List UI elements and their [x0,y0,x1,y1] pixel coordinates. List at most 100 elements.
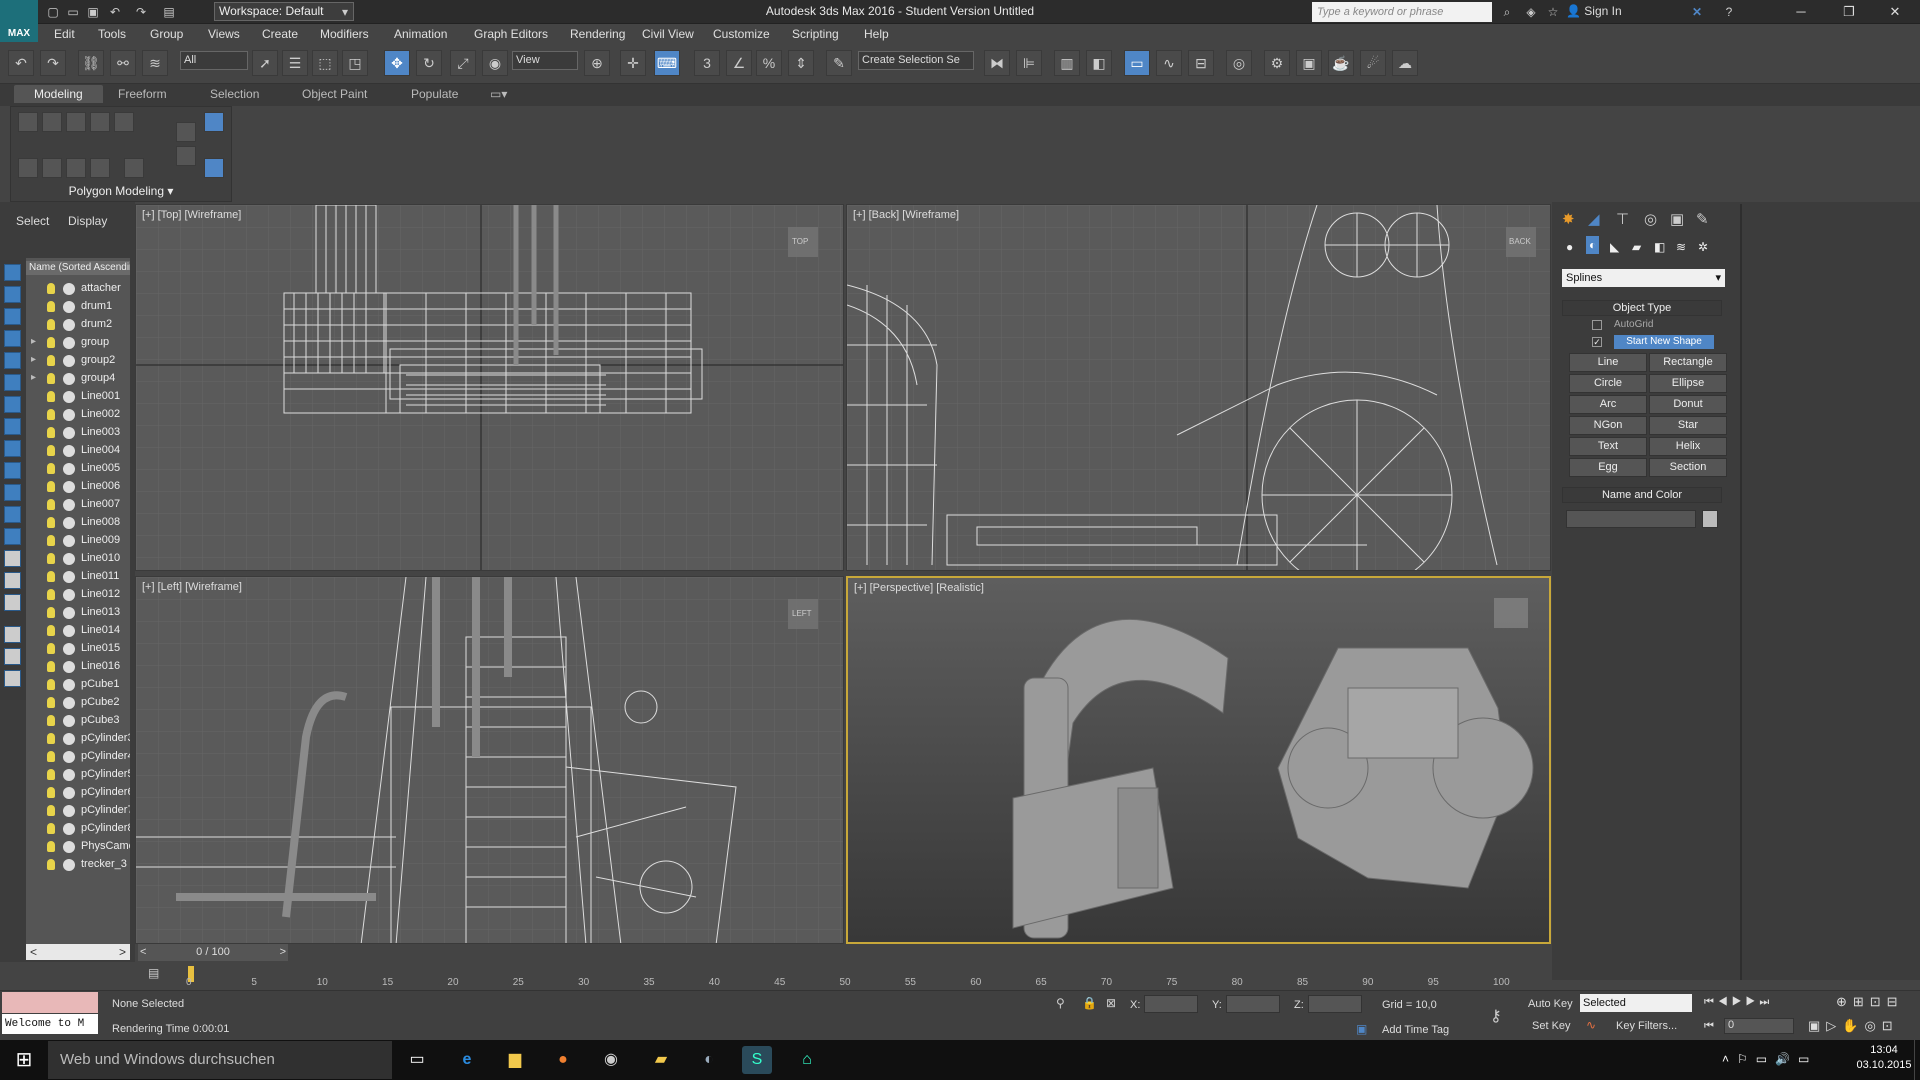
visibility-bulb-icon[interactable] [47,859,55,870]
utilities-tab-icon[interactable]: ✎ [1696,210,1709,228]
taskbar-clock[interactable]: 13:04 03.10.2015 [1854,1043,1914,1073]
menu-scripting[interactable]: Scripting [792,27,839,41]
filter-hidden-icon[interactable] [4,506,21,523]
rendered-frame-window-icon[interactable]: ▣ [1296,50,1322,76]
angle-snap-icon[interactable]: ∠ [726,50,752,76]
lights-icon[interactable]: ◣ [1610,240,1619,254]
visibility-bulb-icon[interactable] [47,355,55,366]
pivot-center-icon[interactable]: ⊕ [584,50,610,76]
list-item[interactable]: Line015 [26,640,130,658]
3dsmax-taskbar-icon[interactable]: S [742,1046,772,1074]
y-coordinate-field[interactable] [1226,995,1280,1013]
create-line-button[interactable]: Line [1569,353,1647,372]
close-button[interactable]: ✕ [1872,0,1918,24]
create-star-button[interactable]: Star [1649,416,1727,435]
funnel-icon[interactable] [4,626,21,643]
isolate-pin-icon[interactable]: ⚲ [1056,996,1065,1010]
create-circle-button[interactable]: Circle [1569,374,1647,393]
collapse-icon[interactable] [176,146,196,166]
list-item[interactable]: Line009 [26,532,130,550]
visibility-bulb-icon[interactable] [47,805,55,816]
expand-icon[interactable]: ▸ [31,372,36,383]
curve-editor-icon[interactable]: ∿ [1156,50,1182,76]
visibility-bulb-icon[interactable] [47,625,55,636]
filter-xrefs-icon[interactable] [4,418,21,435]
list-item[interactable]: pCube2 [26,694,130,712]
app-icon[interactable]: ◐ [694,1046,724,1074]
viewport-left[interactable]: [+] [Left] [Wireframe] LEFT [135,576,844,944]
save-icon[interactable]: ▣ [84,3,102,21]
scale-icon[interactable]: ⤢ [450,50,476,76]
filter-containers-icon[interactable] [4,462,21,479]
exchange-x-icon[interactable]: ✕ [1688,3,1706,21]
select-by-name-icon[interactable]: ☰ [282,50,308,76]
visibility-bulb-icon[interactable] [47,517,55,528]
visibility-bulb-icon[interactable] [47,463,55,474]
render-setup-icon[interactable]: ⚙ [1264,50,1290,76]
filter-all-icon[interactable] [4,528,21,545]
task-view-icon[interactable]: ▭ [402,1046,432,1074]
list-item[interactable]: ▸ group2 [26,352,130,370]
hierarchy-tab-icon[interactable]: ⊤ [1616,210,1629,228]
menu-rendering[interactable]: Rendering [570,27,625,41]
maxscript-listener-input[interactable]: Welcome to M [2,1014,98,1034]
create-donut-button[interactable]: Donut [1649,395,1727,414]
rotate-icon[interactable]: ↻ [416,50,442,76]
unlink-icon[interactable]: ⚯ [110,50,136,76]
key-filters-button[interactable]: Key Filters... [1616,1020,1677,1032]
display-children-icon[interactable] [4,594,21,611]
tab-populate[interactable]: Populate [411,87,458,101]
visibility-bulb-icon[interactable] [47,733,55,744]
filter-frozen-icon[interactable] [4,484,21,501]
list-item[interactable]: trecker_3 [26,856,130,874]
help-search-input[interactable]: Type a keyword or phrase [1312,2,1492,22]
visibility-bulb-icon[interactable] [47,589,55,600]
visibility-bulb-icon[interactable] [47,409,55,420]
loop-icon[interactable] [176,122,196,142]
render-iterative-icon[interactable]: ☄ [1360,50,1386,76]
name-and-color-rollout[interactable]: Name and Color [1562,487,1722,503]
visibility-bulb-icon[interactable] [47,373,55,384]
minimize-button[interactable]: ─ [1778,0,1824,24]
new-file-icon[interactable]: ▢ [44,3,62,21]
visibility-bulb-icon[interactable] [47,679,55,690]
app-menu-button[interactable]: MAX [0,0,38,42]
set-key-icon[interactable]: ⚷ [1490,1006,1502,1026]
list-item[interactable]: drum1 [26,298,130,316]
redo-icon[interactable]: ↷ [40,50,66,76]
menu-help[interactable]: Help [864,27,889,41]
move-icon[interactable]: ✥ [384,50,410,76]
auto-key-button[interactable]: Auto Key [1528,998,1573,1010]
time-slider-prev-icon[interactable]: < [140,944,146,961]
geometry-icon[interactable]: ● [1566,240,1573,254]
list-item[interactable]: Line006 [26,478,130,496]
vertex-icon[interactable] [18,112,38,132]
chevron-down-icon[interactable]: ▾ [336,3,354,21]
viewport-back[interactable]: [+] [Back] [Wireframe] BACK [846,204,1551,571]
list-item[interactable]: Line003 [26,424,130,442]
schematic-view-icon[interactable]: ⊟ [1188,50,1214,76]
name-column-header[interactable]: Name (Sorted Ascending) [26,261,130,275]
scene-select-menu[interactable]: Select [16,214,49,228]
scene-display-menu[interactable]: Display [68,214,107,228]
project-folder-icon[interactable]: ▤ [160,3,178,21]
create-rectangle-button[interactable]: Rectangle [1649,353,1727,372]
list-item[interactable]: Line004 [26,442,130,460]
visibility-bulb-icon[interactable] [47,661,55,672]
visibility-bulb-icon[interactable] [47,391,55,402]
ring-icon[interactable] [124,158,144,178]
create-helix-button[interactable]: Helix [1649,437,1727,456]
steam-icon[interactable]: ◉ [596,1046,626,1074]
tab-selection[interactable]: Selection [210,87,259,101]
help-icon[interactable]: ? [1720,3,1738,21]
menu-create[interactable]: Create [262,27,298,41]
firefox-icon[interactable]: ● [548,1046,578,1074]
visibility-bulb-icon[interactable] [47,787,55,798]
list-item[interactable]: pCylinder6 [26,784,130,802]
reference-coordinate-dropdown[interactable]: View [512,51,578,70]
polygon-modeling-dropdown[interactable]: Polygon Modeling ▾ [10,184,232,198]
menu-animation[interactable]: Animation [394,27,447,41]
ribbon-toggle-icon[interactable]: ▭ [1124,50,1150,76]
expand-icon[interactable]: ▸ [31,354,36,365]
filter-geometry-icon[interactable] [4,264,21,281]
